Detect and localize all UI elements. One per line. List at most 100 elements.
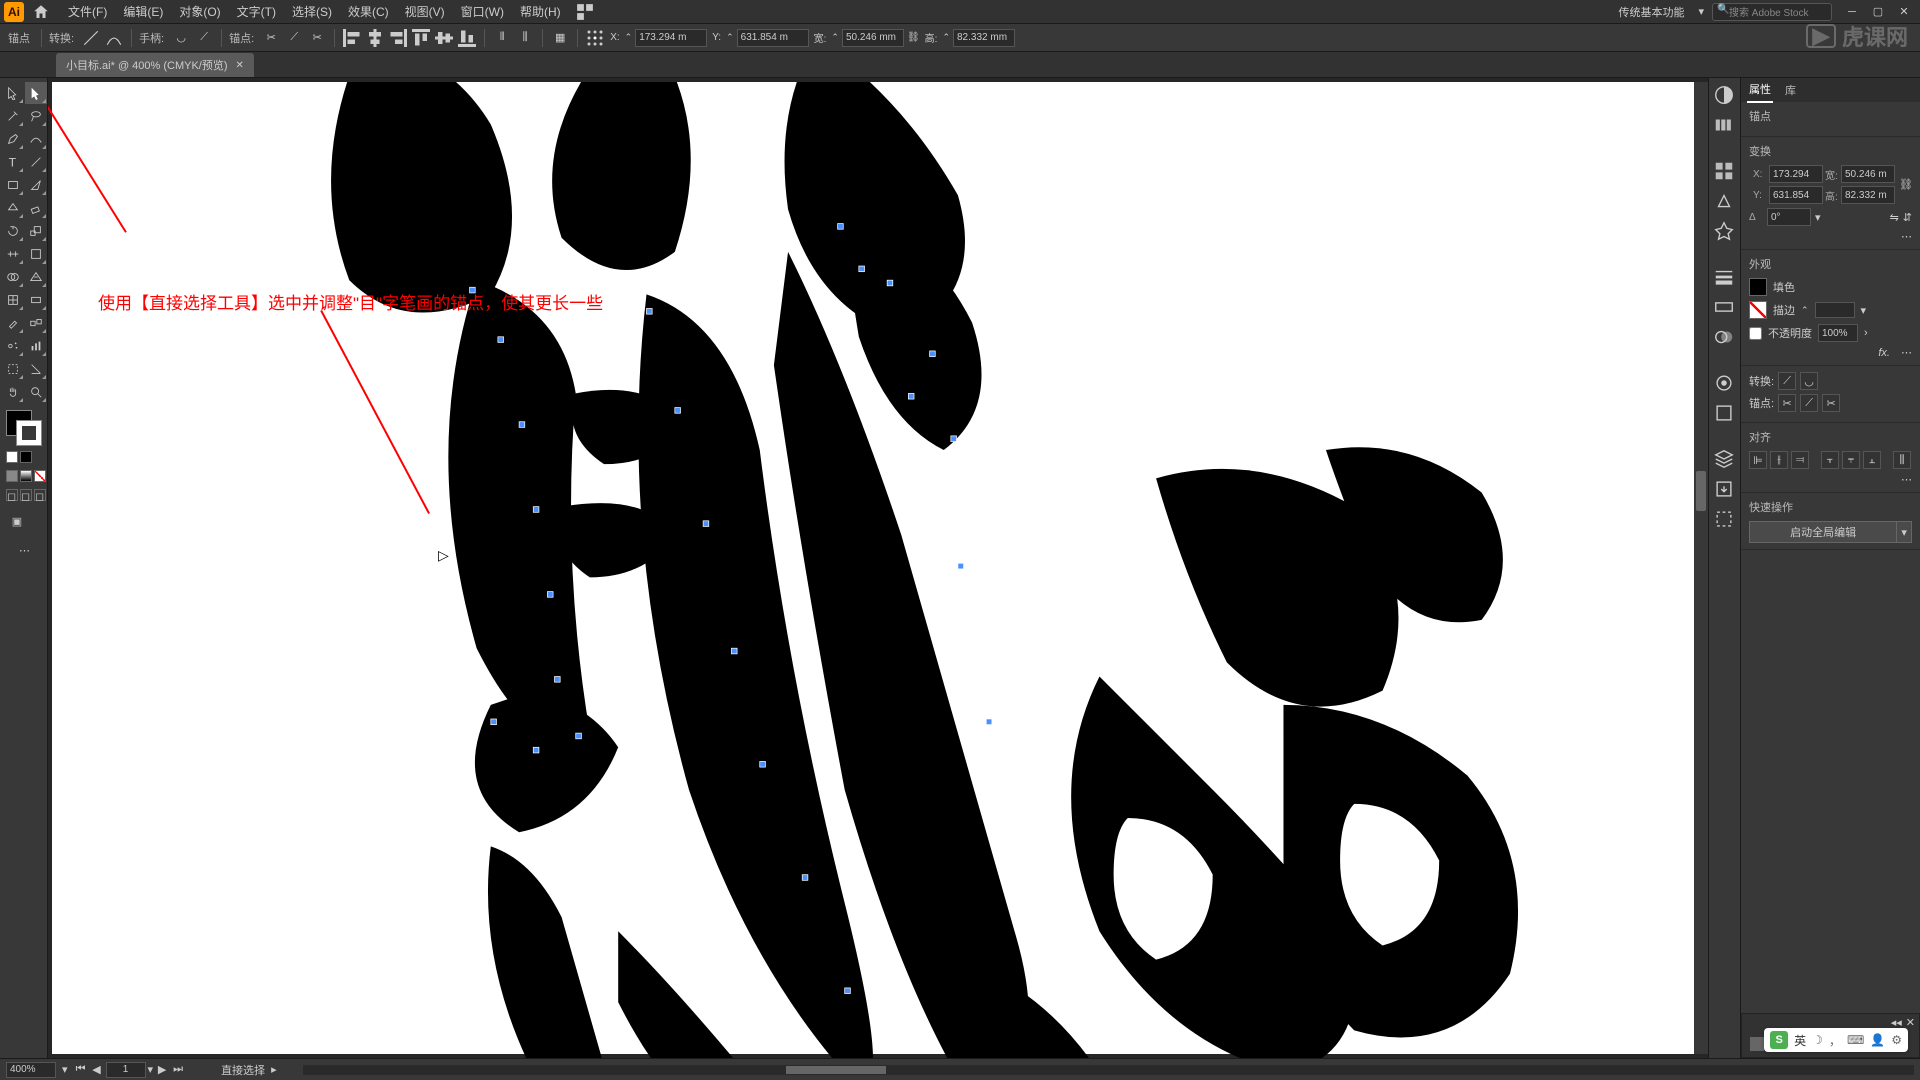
connect-anchor-btn[interactable]: ⟋: [1800, 394, 1818, 412]
menu-object[interactable]: 对象(O): [171, 0, 228, 24]
distribute-v-icon[interactable]: ⫼: [515, 28, 535, 48]
ime-moon-icon[interactable]: ☽: [1812, 1033, 1823, 1047]
horizontal-scrollbar[interactable]: [303, 1065, 1914, 1075]
distribute-h-icon[interactable]: ⫴: [492, 28, 512, 48]
arrange-docs-icon[interactable]: [575, 2, 595, 22]
menu-effect[interactable]: 效果(C): [340, 0, 397, 24]
last-artboard-icon[interactable]: ⏭: [171, 1063, 185, 1077]
align-hcenter-btn[interactable]: ⫲: [1770, 451, 1788, 469]
flip-v-icon[interactable]: ⇵: [1903, 211, 1912, 224]
x-input[interactable]: [635, 29, 707, 47]
next-artboard-icon[interactable]: ▶: [155, 1063, 169, 1077]
menu-window[interactable]: 窗口(W): [453, 0, 512, 24]
reference-point-icon[interactable]: [585, 28, 605, 48]
ime-comma-icon[interactable]: ，: [1829, 1032, 1841, 1049]
appearance-more-icon[interactable]: ⋯: [1901, 347, 1912, 359]
align-right-icon[interactable]: [388, 28, 408, 48]
workspace-switcher[interactable]: 传统基本功能: [1612, 2, 1690, 22]
draw-normal-icon[interactable]: ◻: [6, 489, 18, 501]
ime-person-icon[interactable]: 👤: [1870, 1033, 1885, 1047]
prev-artboard-icon[interactable]: ◀: [90, 1063, 104, 1077]
vertical-scrollbar[interactable]: [1694, 82, 1708, 1054]
transparency-panel-icon[interactable]: [1713, 326, 1735, 348]
mesh-tool[interactable]: [2, 289, 24, 311]
paintbrush-tool[interactable]: [25, 174, 47, 196]
tab-properties[interactable]: 属性: [1747, 77, 1773, 103]
link-h-icon[interactable]: ⌃: [942, 32, 950, 43]
link-y-icon[interactable]: ⌃: [726, 32, 734, 43]
screen-mode-icon[interactable]: ▣: [6, 510, 28, 532]
menu-select[interactable]: 选择(S): [284, 0, 340, 24]
search-input[interactable]: 🔍搜索 Adobe Stock: [1712, 3, 1832, 21]
link-x-icon[interactable]: ⌃: [625, 32, 633, 43]
color-swatches[interactable]: [6, 410, 42, 446]
stroke-swatch[interactable]: [16, 420, 42, 446]
cf-close-icon[interactable]: ✕: [1906, 1016, 1915, 1029]
eyedropper-tool[interactable]: [2, 312, 24, 334]
opacity-checkbox[interactable]: [1749, 327, 1762, 340]
graphic-styles-icon[interactable]: [1713, 402, 1735, 424]
scale-tool[interactable]: [25, 220, 47, 242]
align-more-icon[interactable]: ⋯: [1901, 474, 1912, 486]
remove-anchor-btn[interactable]: ✂: [1778, 394, 1796, 412]
gradient-panel-icon[interactable]: [1713, 296, 1735, 318]
brushes-panel-icon[interactable]: [1713, 190, 1735, 212]
symbols-panel-icon[interactable]: [1713, 220, 1735, 242]
panel-x-input[interactable]: [1769, 165, 1823, 183]
close-button[interactable]: ✕: [1892, 3, 1916, 21]
cut-path-icon[interactable]: ✂: [307, 28, 327, 48]
hand-tool[interactable]: [2, 381, 24, 403]
ime-lang-label[interactable]: 英: [1794, 1032, 1806, 1049]
link-wh-icon[interactable]: ⛓: [907, 32, 920, 43]
tab-close-icon[interactable]: ✕: [236, 60, 244, 71]
selection-tool[interactable]: [2, 82, 24, 104]
align-left-btn[interactable]: ⊫: [1749, 451, 1767, 469]
align-vcenter-btn[interactable]: ⫧: [1842, 451, 1860, 469]
asset-export-icon[interactable]: [1713, 478, 1735, 500]
align-bottom-btn[interactable]: ⫠: [1863, 451, 1881, 469]
gradient-tool[interactable]: [25, 289, 47, 311]
panel-w-input[interactable]: [1841, 165, 1895, 183]
appearance-panel-icon[interactable]: [1713, 372, 1735, 394]
artboard-dropdown-icon[interactable]: ▾: [148, 1063, 154, 1076]
panel-h-input[interactable]: [1841, 186, 1895, 204]
edit-toolbar-icon[interactable]: ⋯: [14, 539, 36, 561]
zoom-input[interactable]: [6, 1062, 56, 1078]
h-scrollbar-thumb[interactable]: [786, 1066, 886, 1074]
handle-hide-icon[interactable]: ⟋: [194, 28, 214, 48]
type-tool[interactable]: T: [2, 151, 24, 173]
draw-behind-icon[interactable]: ◻: [20, 489, 32, 501]
artboard[interactable]: 使用【直接选择工具】选中并调整"目"字笔画的锚点，使其更长一些 ▷: [52, 82, 1694, 1054]
free-transform-tool[interactable]: [25, 243, 47, 265]
blend-tool[interactable]: [25, 312, 47, 334]
width-tool[interactable]: [2, 243, 24, 265]
draw-inside-icon[interactable]: ◻: [34, 489, 46, 501]
align-left-icon[interactable]: [342, 28, 362, 48]
align-vcenter-icon[interactable]: [434, 28, 454, 48]
link-w-icon[interactable]: ⌃: [831, 32, 839, 43]
stroke-weight-stepper[interactable]: ⌃: [1801, 305, 1809, 316]
align-right-btn[interactable]: ⫤: [1791, 451, 1809, 469]
tab-libraries[interactable]: 库: [1783, 78, 1798, 102]
zoom-dropdown-icon[interactable]: ▾: [62, 1063, 68, 1076]
menu-type[interactable]: 文字(T): [229, 0, 284, 24]
slice-tool[interactable]: [25, 358, 47, 380]
handle-show-icon[interactable]: ◡: [171, 28, 191, 48]
menu-file[interactable]: 文件(F): [60, 0, 115, 24]
menu-edit[interactable]: 编辑(E): [115, 0, 171, 24]
convert-smooth-icon[interactable]: [104, 28, 124, 48]
curvature-tool[interactable]: [25, 128, 47, 150]
swatches-panel-icon[interactable]: [1713, 160, 1735, 182]
align-bottom-icon[interactable]: [457, 28, 477, 48]
symbol-sprayer-tool[interactable]: [2, 335, 24, 357]
connect-anchor-icon[interactable]: ⟋: [284, 28, 304, 48]
opacity-dropdown-icon[interactable]: ›: [1864, 327, 1868, 339]
maximize-button[interactable]: ▢: [1866, 3, 1890, 21]
align-hcenter-icon[interactable]: [365, 28, 385, 48]
color-mode-icon[interactable]: [6, 470, 18, 482]
color-panel-icon[interactable]: [1713, 84, 1735, 106]
y-input[interactable]: [737, 29, 809, 47]
rotate-tool[interactable]: [2, 220, 24, 242]
document-tab[interactable]: 小目标.ai* @ 400% (CMYK/预览) ✕: [56, 53, 254, 77]
ime-settings-icon[interactable]: ⚙: [1891, 1033, 1902, 1047]
